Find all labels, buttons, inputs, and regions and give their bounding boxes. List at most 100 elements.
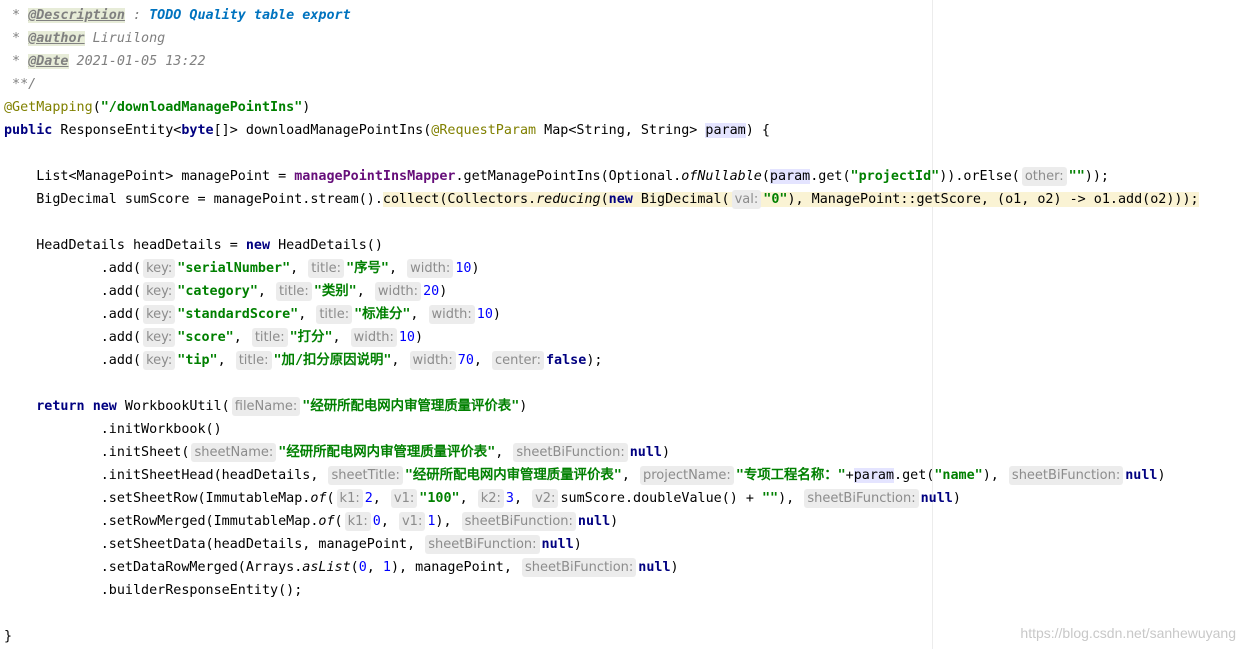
keyword: null (920, 491, 953, 506)
code-text: , (233, 330, 250, 345)
comment-star: * (4, 8, 29, 23)
code-line-11: HeadDetails headDetails = new HeadDetail… (4, 234, 383, 257)
keyword: null (577, 514, 611, 529)
static-method: of (310, 491, 327, 506)
code-line-28: } (4, 625, 12, 648)
code-text: } (4, 629, 13, 644)
code-line-23: .setRowMerged(ImmutableMap.of(k1: 0, v1: 1… (4, 510, 618, 533)
code-text: , (388, 261, 406, 276)
parameter-hint: sheetBiFunction: (425, 535, 540, 554)
string-literal: "tip" (177, 353, 218, 368)
parameter-hint: title: (276, 282, 312, 301)
code-text: , (332, 330, 349, 345)
code-line-19: .initWorkbook() (4, 418, 222, 441)
code-text: , (356, 284, 373, 299)
keyword: new (92, 399, 117, 414)
code-text: .add( (4, 284, 142, 299)
string-literal: "name" (934, 468, 983, 483)
code-text: ) (415, 330, 424, 345)
parameter-hint: width: (407, 259, 454, 278)
code-line-6: public ResponseEntity<byte[]> downloadMa… (4, 119, 770, 142)
code-text: )); (1084, 169, 1109, 184)
code-text: .get( (894, 468, 935, 483)
parameter-hint: key: (143, 351, 176, 370)
code-text: ), ManagePoint::getScore, (o1, o2) -> o1… (787, 192, 1199, 207)
keyword: null (1125, 468, 1158, 483)
watermark: https://blog.csdn.net/sanhewuyang (1020, 625, 1236, 641)
code-text: HeadDetails headDetails = (4, 238, 246, 253)
parameter-hint: width: (350, 328, 397, 347)
code-text: BigDecimal sumScore = managePoint.stream… (4, 192, 383, 207)
parameter-hint: k1: (336, 489, 363, 508)
code-line-24: .setSheetData(headDetails, managePoint, … (4, 533, 582, 556)
static-method: of (318, 514, 335, 529)
string-literal: "" (1068, 169, 1085, 184)
code-text: .setSheetRow(ImmutableMap. (4, 491, 311, 506)
parameter-hint: v1: (398, 512, 426, 531)
code-text: ( (92, 100, 101, 115)
code-text: , (459, 491, 476, 506)
code-text: .setSheetData(headDetails, managePoint, (4, 537, 424, 552)
code-text: , (217, 353, 234, 368)
string-literal: "经研所配电网内审管理质量评价表" (278, 445, 496, 460)
code-text: ); (586, 353, 603, 368)
code-text: , (495, 445, 512, 460)
comment-star: * (4, 54, 29, 69)
code-line-14: .add(key: "standardScore", title: "标准分", w… (4, 303, 501, 326)
code-line-1: * @Description : TODO Quality table expo… (4, 4, 351, 27)
keyword: new (245, 238, 271, 253)
number-literal: 10 (476, 307, 493, 322)
code-text: .add( (4, 261, 142, 276)
code-text: , (372, 491, 389, 506)
parameter-hint: sheetBiFunction: (513, 443, 628, 462)
parameter-hint: center: (492, 351, 544, 370)
string-literal: "打分" (289, 330, 333, 345)
parameter-hint: projectName: (639, 466, 734, 485)
keyword: public (4, 123, 53, 138)
keyword: null (629, 445, 662, 460)
code-text: ) (573, 537, 582, 552)
code-text: BigDecimal( (632, 192, 730, 207)
code-text: ) (610, 514, 619, 529)
code-text: ResponseEntity< (52, 123, 182, 138)
comment-end: **/ (4, 77, 37, 92)
code-text: , (621, 468, 638, 483)
code-text: ) (302, 100, 311, 115)
code-text: , (380, 514, 397, 529)
comment-star: * (4, 31, 29, 46)
code-text: ) (519, 399, 528, 414)
code-text: ( (326, 491, 335, 506)
number-literal: 70 (457, 353, 474, 368)
number-literal: 0 (372, 514, 381, 529)
code-text: ) (439, 284, 448, 299)
string-literal: "类别" (313, 284, 357, 299)
static-method: ofNullable (681, 169, 762, 184)
field-reference: managePointInsMapper (294, 169, 456, 184)
number-literal: 2 (364, 491, 373, 506)
string-literal: "serialNumber" (177, 261, 291, 276)
code-text: ), (435, 514, 460, 529)
code-line-21: .initSheetHead(headDetails, sheetTitle: "… (4, 464, 1166, 487)
static-method: reducing (536, 192, 601, 207)
parameter-hint: width: (409, 351, 456, 370)
javadoc-tag: @Description (28, 8, 125, 23)
code-line-22: .setSheetRow(ImmutableMap.of(k1: 2, v1: "1… (4, 487, 961, 510)
code-text: , (473, 353, 491, 368)
parameter-hint: width: (374, 282, 422, 301)
code-text: , (366, 560, 383, 575)
string-literal: "经研所配电网内审管理质量评价表" (404, 468, 622, 483)
keyword: byte (181, 123, 214, 138)
parameter: param (705, 123, 746, 138)
string-literal: "score" (177, 330, 234, 345)
annotation: @RequestParam (431, 123, 537, 138)
string-literal: "专项工程名称：" (735, 468, 846, 483)
keyword: new (608, 192, 633, 207)
string-literal: "0" (763, 192, 788, 207)
code-text: ) (492, 307, 501, 322)
code-text: List<ManagePoint> managePoint = (4, 169, 295, 184)
code-text: ) (471, 261, 480, 276)
code-line-20: .initSheet(sheetName: "经研所配电网内审管理质量评价表", … (4, 441, 670, 464)
parameter-hint: fileName: (231, 397, 301, 416)
code-text: .initSheet( (4, 445, 190, 460)
